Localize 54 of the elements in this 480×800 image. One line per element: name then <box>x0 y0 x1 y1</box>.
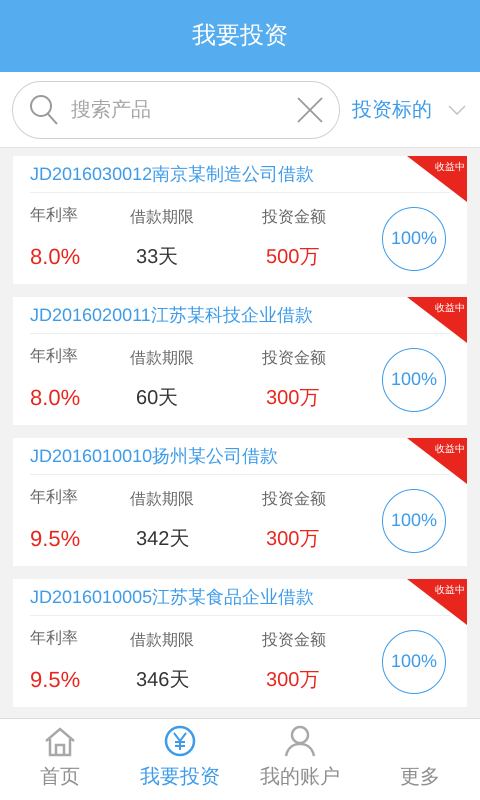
loan-term: 60天 <box>135 386 180 410</box>
annual-rate: 8.0% <box>30 384 82 412</box>
product-name: JD2016030012南京某制造公司借款 <box>30 162 314 186</box>
nav-tab[interactable]: 更多 <box>360 719 480 800</box>
nav-label: 我要投资 <box>140 765 220 790</box>
loan-term: 33天 <box>135 244 180 270</box>
status-label: 收益中 <box>435 584 465 598</box>
product-card[interactable]: JD2016010005江苏某食品企业借款 收益中 年利率 9.5% 借款期限 346天 投资金额 300万 100% <box>13 579 467 707</box>
search-field[interactable]: 搜索产品 <box>12 80 340 138</box>
annual-rate: 8.0% <box>30 243 82 271</box>
product-name: JD2016010010扬州某公司借款 <box>30 444 278 468</box>
product-name: JD2016020011江苏某科技企业借款 <box>30 304 313 326</box>
product-name: JD2016010005江苏某食品企业借款 <box>30 586 314 608</box>
home-icon <box>43 726 77 758</box>
product-card[interactable]: JD2016010010扬州某公司借款 收益中 年利率 9.5% 借款期限 342天 投资金额 300万 100% <box>13 438 467 566</box>
search-input[interactable]: 搜索产品 <box>71 94 285 124</box>
loan-term: 346天 <box>135 668 190 692</box>
status-label: 收益中 <box>435 442 465 457</box>
amount-label: 投资金额 <box>262 348 327 368</box>
invest-amount: 300万 <box>265 526 320 552</box>
amount-label: 投资金额 <box>262 208 327 228</box>
nav-tab[interactable]: 我要投资 <box>120 719 240 800</box>
term-label: 借款期限 <box>130 630 195 650</box>
nav-label: 更多 <box>400 765 440 790</box>
nav-label: 我的账户 <box>260 765 340 790</box>
nav-tab[interactable]: 首页 <box>0 719 120 800</box>
term-label: 借款期限 <box>130 490 195 510</box>
rate-label: 年利率 <box>30 628 79 649</box>
annual-rate: 9.5% <box>30 525 82 553</box>
loan-term: 342天 <box>135 526 190 552</box>
amount-label: 投资金额 <box>262 630 327 650</box>
product-card[interactable]: JD2016020011江苏某科技企业借款 收益中 年利率 8.0% 借款期限 60天 投资金额 300万 100% <box>13 297 467 425</box>
invest-amount: 300万 <box>265 386 320 410</box>
rate-label: 年利率 <box>30 346 79 367</box>
invest-amount: 300万 <box>265 668 320 692</box>
page-title: 我要投资 <box>192 21 288 51</box>
filter-dropdown[interactable]: 投资标的 <box>352 94 466 124</box>
chevron-down-icon <box>448 104 466 114</box>
person-icon <box>283 724 317 758</box>
search-icon <box>29 94 59 126</box>
amount-label: 投资金额 <box>262 490 327 510</box>
clear-icon[interactable] <box>297 96 323 122</box>
invest-amount: 500万 <box>265 244 320 270</box>
rate-label: 年利率 <box>30 206 79 226</box>
status-label: 收益中 <box>435 302 465 316</box>
term-label: 借款期限 <box>130 348 195 368</box>
status-label: 收益中 <box>435 160 465 175</box>
nav-tab[interactable]: 我的账户 <box>240 719 360 800</box>
annual-rate: 9.5% <box>30 666 82 694</box>
rate-label: 年利率 <box>30 488 79 508</box>
term-label: 借款期限 <box>130 208 195 228</box>
nav-label: 首页 <box>40 765 80 790</box>
yen-coin-icon <box>163 724 197 758</box>
product-card[interactable]: JD2016030012南京某制造公司借款 收益中 年利率 8.0% 借款期限 33天 投资金额 500万 100% <box>13 156 467 284</box>
